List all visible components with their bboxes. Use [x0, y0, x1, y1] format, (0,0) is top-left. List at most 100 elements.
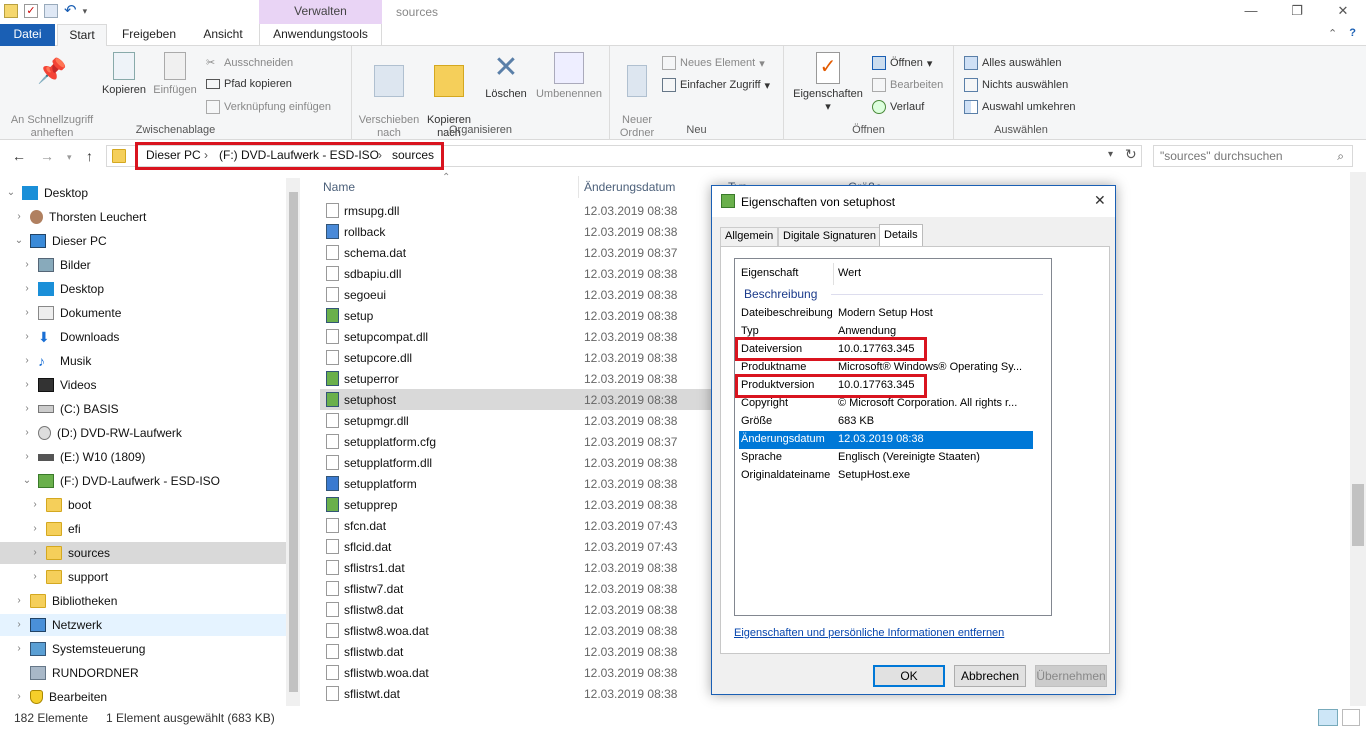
properties-check-icon[interactable]: ✓	[24, 4, 38, 18]
tab-anwendungstools[interactable]: Anwendungstools	[259, 24, 382, 46]
copy-path-button[interactable]: Pfad kopieren	[206, 78, 292, 90]
chevron-down-icon[interactable]: ⌄	[6, 182, 16, 204]
chevron-right-icon[interactable]: ›	[30, 518, 40, 540]
chevron-right-icon[interactable]: ›	[22, 302, 32, 324]
select-none-button[interactable]: Nichts auswählen	[964, 78, 1068, 92]
property-row[interactable]: Originaldateiname SetupHost.exe	[739, 467, 1033, 485]
nav-scrollbar-thumb[interactable]	[289, 192, 298, 692]
nav-item-drive-c[interactable]: › (C:) BASIS	[22, 398, 118, 420]
easy-access-button[interactable]: Einfacher Zugriff ▾	[662, 78, 770, 92]
chevron-right-icon[interactable]: ›	[22, 398, 32, 420]
property-row[interactable]: Dateibeschreibung Modern Setup Host	[739, 305, 1033, 323]
ribbon-collapse-icon[interactable]: ⌃	[1328, 27, 1337, 40]
tab-start[interactable]: Start	[57, 24, 107, 47]
close-icon[interactable]: ✕	[1094, 192, 1106, 209]
nav-item-bibliotheken[interactable]: › Bibliotheken	[14, 590, 117, 612]
nav-item-bearbeiten[interactable]: › Bearbeiten	[14, 686, 107, 706]
back-arrow-icon[interactable]: ←	[12, 148, 26, 164]
help-icon[interactable]: ?	[1349, 27, 1356, 40]
large-icons-view-icon[interactable]	[1342, 709, 1360, 726]
folder-icon[interactable]	[4, 4, 18, 18]
chevron-right-icon[interactable]: ›	[22, 446, 32, 468]
nav-item-dokumente[interactable]: › Dokumente	[22, 302, 121, 324]
header-eigenschaft[interactable]: Eigenschaft	[741, 267, 798, 279]
chevron-right-icon[interactable]: ›	[22, 422, 32, 444]
nav-item-netzwerk[interactable]: › Netzwerk	[0, 614, 286, 636]
tab-details[interactable]: Details	[879, 224, 923, 247]
remove-properties-link[interactable]: Eigenschaften und persönliche Informatio…	[734, 627, 1004, 639]
nav-item-support[interactable]: › support	[30, 566, 108, 588]
cancel-button[interactable]: Abbrechen	[954, 665, 1026, 687]
tab-datei[interactable]: Datei	[0, 24, 55, 46]
properties-button[interactable]: ✓ Eigenschaften ▾	[788, 50, 868, 114]
edit-button[interactable]: Bearbeiten	[872, 78, 943, 92]
delete-button[interactable]: ✕ Löschen	[480, 50, 532, 101]
refresh-icon[interactable]: ↻	[1125, 146, 1137, 163]
minimize-icon[interactable]: —	[1228, 0, 1274, 24]
chevron-right-icon[interactable]: ›	[22, 350, 32, 372]
header-wert[interactable]: Wert	[838, 267, 861, 279]
nav-item-boot[interactable]: › boot	[30, 494, 91, 516]
chevron-right-icon[interactable]: ›	[14, 590, 24, 612]
select-all-button[interactable]: Alles auswählen	[964, 56, 1062, 70]
nav-item-desktop-root[interactable]: ⌄ Desktop	[6, 182, 88, 204]
nav-item-bilder[interactable]: › Bilder	[22, 254, 91, 276]
property-row[interactable]: Größe 683 KB	[739, 413, 1033, 431]
tab-freigeben[interactable]: Freigeben	[112, 24, 186, 46]
nav-item-musik[interactable]: › ♪ Musik	[22, 350, 91, 372]
nav-item-desktop[interactable]: › Desktop	[22, 278, 104, 300]
nav-item-videos[interactable]: › Videos	[22, 374, 96, 396]
nav-item-rundordner[interactable]: RUNDORDNER	[14, 662, 139, 684]
chevron-right-icon[interactable]: ›	[22, 254, 32, 276]
chevron-right-icon[interactable]: ›	[22, 326, 32, 348]
undo-icon[interactable]: ↶	[64, 3, 77, 18]
new-folder-icon[interactable]	[44, 4, 58, 18]
tab-digitale-signaturen[interactable]: Digitale Signaturen	[778, 227, 881, 246]
paste-button[interactable]: Einfügen	[150, 50, 200, 97]
nav-item-user[interactable]: › Thorsten Leuchert	[14, 206, 146, 228]
chevron-right-icon[interactable]: ›	[14, 638, 24, 660]
nav-item-downloads[interactable]: › ⬇ Downloads	[22, 326, 119, 348]
address-dropdown-icon[interactable]: ▾	[1108, 149, 1113, 160]
restore-icon[interactable]: ❐	[1274, 0, 1320, 24]
recent-chevron-down-icon[interactable]: ▾	[67, 152, 72, 163]
chevron-right-icon[interactable]: ›	[22, 278, 32, 300]
new-item-button[interactable]: Neues Element ▾	[662, 56, 765, 70]
column-divider[interactable]	[833, 263, 834, 285]
invert-selection-button[interactable]: Auswahl umkehren	[964, 100, 1076, 114]
chevron-right-icon[interactable]: ›	[30, 542, 40, 564]
column-header-date[interactable]: Änderungsdatum	[584, 180, 675, 194]
column-divider[interactable]	[578, 176, 579, 198]
chevron-right-icon[interactable]: ›	[30, 494, 40, 516]
chevron-right-icon[interactable]: ›	[14, 686, 24, 706]
chevron-right-icon[interactable]: ›	[30, 566, 40, 588]
paste-shortcut-button[interactable]: Verknüpfung einfügen	[206, 100, 331, 114]
history-button[interactable]: Verlauf	[872, 100, 924, 114]
up-arrow-icon[interactable]: ↑	[86, 148, 93, 164]
property-row[interactable]: Sprache Englisch (Vereinigte Staaten)	[739, 449, 1033, 467]
apply-button[interactable]: Übernehmen	[1035, 665, 1107, 687]
file-list-scrollbar-thumb[interactable]	[1352, 484, 1364, 546]
nav-item-drive-d[interactable]: › (D:) DVD-RW-Laufwerk	[22, 422, 182, 444]
cut-button[interactable]: ✂ Ausschneiden	[206, 56, 293, 70]
chevron-down-icon[interactable]: ⌄	[22, 470, 32, 492]
details-view-icon[interactable]	[1318, 709, 1338, 726]
tab-ansicht[interactable]: Ansicht	[191, 24, 255, 46]
nav-item-efi[interactable]: › efi	[30, 518, 81, 540]
nav-item-drive-f[interactable]: ⌄ (F:) DVD-Laufwerk - ESD-ISO	[22, 470, 220, 492]
nav-item-sources[interactable]: › sources	[0, 542, 286, 564]
column-header-name[interactable]: Name	[323, 180, 355, 194]
chevron-right-icon[interactable]: ›	[22, 374, 32, 396]
rename-button[interactable]: Umbenennen	[532, 50, 606, 101]
property-row[interactable]: Änderungsdatum 12.03.2019 08:38	[739, 431, 1033, 449]
context-tab-verwalten[interactable]: Verwalten	[259, 0, 382, 24]
copy-button[interactable]: Kopieren	[100, 50, 148, 97]
file-list-scrollbar[interactable]	[1350, 172, 1366, 706]
nav-item-systemsteuerung[interactable]: › Systemsteuerung	[14, 638, 145, 660]
chevron-right-icon[interactable]: ›	[14, 614, 24, 636]
search-input[interactable]: "sources" durchsuchen ⌕	[1153, 145, 1353, 167]
chevron-right-icon[interactable]: ›	[14, 206, 24, 228]
nav-item-drive-e[interactable]: › (E:) W10 (1809)	[22, 446, 145, 468]
forward-arrow-icon[interactable]: →	[40, 148, 54, 164]
qat-dropdown-icon[interactable]: ▾	[83, 6, 88, 17]
